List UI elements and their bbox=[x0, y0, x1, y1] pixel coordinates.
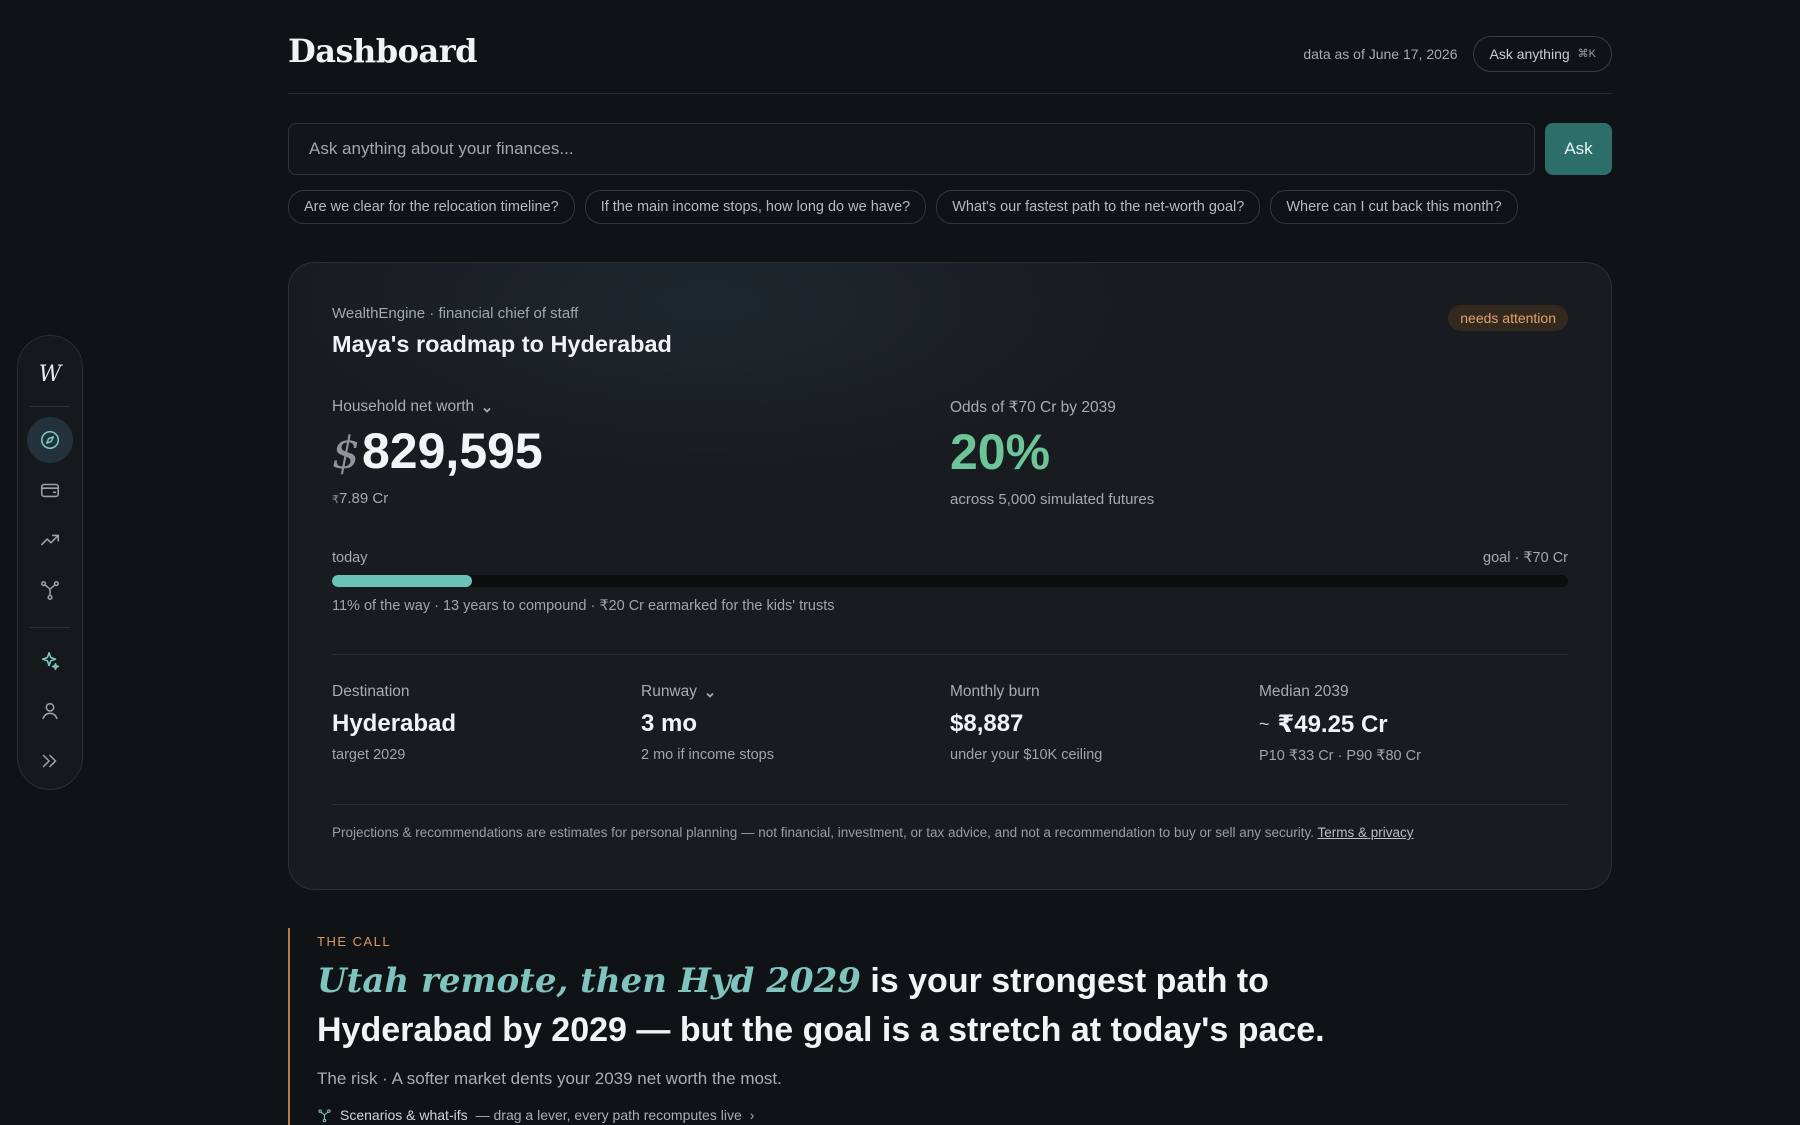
stat-sub: under your $10K ceiling bbox=[950, 747, 1103, 763]
stat-value: 3 mo bbox=[641, 710, 698, 737]
odds-metric: Odds of ₹70 Cr by 2039 20% across 5,000 … bbox=[950, 398, 1568, 508]
wallet-icon bbox=[40, 483, 60, 498]
chevron-down-icon bbox=[705, 687, 715, 698]
nav-growth-button[interactable] bbox=[27, 517, 73, 563]
header-actions: data as of June 17, 2026 Ask anything ⌘K bbox=[1303, 35, 1612, 72]
progress-track bbox=[332, 575, 1568, 587]
progress-start-label: today bbox=[332, 550, 368, 566]
chevron-right-icon: › bbox=[749, 1107, 755, 1123]
rupee-symbol: ₹ bbox=[332, 494, 339, 506]
stat-value: $8,887 bbox=[950, 710, 1024, 737]
progress-labels: today goal · ₹70 Cr bbox=[332, 550, 1568, 566]
goal-progress: today goal · ₹70 Cr 11% of the way · 13 … bbox=[332, 550, 1568, 614]
disclaimer: Projections & recommendations are estima… bbox=[332, 825, 1568, 840]
odds-sub: across 5,000 simulated futures bbox=[950, 491, 1155, 508]
chevron-down-icon bbox=[482, 402, 492, 413]
currency-symbol: $ bbox=[332, 428, 360, 479]
branch-icon bbox=[40, 580, 60, 600]
card-title: Maya's roadmap to Hyderabad bbox=[332, 331, 672, 357]
net-worth-inr: ₹7.89 Cr bbox=[332, 490, 950, 507]
rail-divider bbox=[30, 627, 70, 628]
net-worth-label: Household net worth bbox=[332, 398, 475, 415]
stat-runway: Runway 3 mo 2 mo if income stops bbox=[641, 683, 950, 764]
nav-expand-button[interactable] bbox=[27, 738, 73, 784]
scenarios-label: Scenarios & what-ifs bbox=[340, 1107, 468, 1123]
suggestion-chip[interactable]: What's our fastest path to the net-worth… bbox=[936, 190, 1261, 224]
ask-anything-label: Ask anything bbox=[1489, 45, 1570, 62]
stat-value: ₹49.25 Cr bbox=[1277, 711, 1388, 738]
odds-value: 20% bbox=[950, 424, 1051, 480]
net-worth-selector[interactable]: Household net worth bbox=[332, 398, 950, 416]
call-kicker: THE CALL bbox=[317, 934, 392, 949]
stat-value-row: ~ ₹49.25 Cr bbox=[1259, 710, 1568, 739]
net-worth-inr-amount: 7.89 Cr bbox=[339, 490, 389, 507]
stat-median-2039: Median 2039 ~ ₹49.25 Cr P10 ₹33 Cr · P90… bbox=[1259, 683, 1568, 764]
user-icon bbox=[42, 702, 58, 720]
search-row: Ask bbox=[288, 123, 1612, 175]
page-title: Dashboard bbox=[288, 31, 477, 70]
suggestion-chip[interactable]: Are we clear for the relocation timeline… bbox=[288, 190, 575, 224]
call-headline-highlight: Utah remote, then Hyd 2029 bbox=[317, 961, 861, 1001]
net-worth-metric: Household net worth $ 829,595 ₹7.89 Cr bbox=[332, 398, 950, 508]
suggestion-chip[interactable]: If the main income stops, how long do we… bbox=[584, 190, 927, 224]
stat-monthly-burn: Monthly burn $8,887 under your $10K ceil… bbox=[950, 683, 1259, 764]
stats-row: Destination Hyderabad target 2029 Runway… bbox=[332, 655, 1568, 764]
headline-metrics: Household net worth $ 829,595 ₹7.89 Cr O… bbox=[332, 398, 1568, 508]
suggestion-chip[interactable]: Where can I cut back this month? bbox=[1270, 190, 1518, 224]
ask-anything-button[interactable]: Ask anything ⌘K bbox=[1473, 35, 1612, 72]
stat-destination: Destination Hyderabad target 2029 bbox=[332, 683, 641, 764]
stat-label: Runway bbox=[641, 683, 697, 700]
nav-accounts-button[interactable] bbox=[27, 467, 73, 513]
net-worth-amount: 829,595 bbox=[362, 423, 543, 479]
terms-link[interactable]: Terms & privacy bbox=[1318, 825, 1414, 840]
nav-scenarios-button[interactable] bbox=[27, 567, 73, 613]
search-input[interactable] bbox=[288, 123, 1535, 175]
approx-symbol: ~ bbox=[1259, 714, 1270, 734]
main-content: Dashboard data as of June 17, 2026 Ask a… bbox=[288, 0, 1612, 1125]
shortcut-hint: ⌘K bbox=[1577, 48, 1596, 60]
nav-dashboard-button[interactable] bbox=[27, 417, 73, 463]
progress-goal-label: goal · ₹70 Cr bbox=[1483, 550, 1568, 566]
call-risk: The risk · A softer market dents your 20… bbox=[317, 1069, 782, 1088]
stat-sub: P10 ₹33 Cr · P90 ₹80 Cr bbox=[1259, 748, 1421, 764]
roadmap-card: WealthEngine · financial chief of staff … bbox=[288, 262, 1612, 890]
the-call-section: THE CALL Utah remote, then Hyd 2029 is y… bbox=[288, 928, 1612, 1125]
stat-label: Destination bbox=[332, 683, 410, 700]
progress-note: 11% of the way · 13 years to compound · … bbox=[332, 598, 835, 614]
ask-button[interactable]: Ask bbox=[1545, 123, 1612, 175]
suggestion-chips: Are we clear for the relocation timeline… bbox=[288, 190, 1612, 224]
app-logo[interactable]: W bbox=[30, 354, 70, 394]
stat-label: Median 2039 bbox=[1259, 683, 1349, 700]
compass-icon bbox=[40, 430, 60, 450]
nav-ai-button[interactable] bbox=[27, 638, 73, 684]
card-header: WealthEngine · financial chief of staff … bbox=[332, 305, 1568, 358]
call-headline: Utah remote, then Hyd 2029 is your stron… bbox=[317, 957, 1377, 1055]
stat-sub: 2 mo if income stops bbox=[641, 747, 774, 763]
sparkle-icon bbox=[41, 651, 60, 671]
card-eyebrow: WealthEngine · financial chief of staff bbox=[332, 305, 579, 322]
progress-fill bbox=[332, 575, 472, 587]
data-as-of: data as of June 17, 2026 bbox=[1303, 45, 1458, 62]
scenarios-desc: — drag a lever, every path recomputes li… bbox=[475, 1107, 742, 1123]
sidebar-rail: W bbox=[17, 335, 83, 790]
card-divider bbox=[332, 804, 1568, 805]
page-header: Dashboard data as of June 17, 2026 Ask a… bbox=[288, 0, 1612, 94]
scenarios-link[interactable]: Scenarios & what-ifs — drag a lever, eve… bbox=[317, 1107, 1612, 1123]
trend-up-icon bbox=[40, 534, 60, 546]
net-worth-value: $ 829,595 bbox=[332, 422, 950, 480]
stat-label: Monthly burn bbox=[950, 683, 1040, 700]
chevrons-right-icon bbox=[42, 754, 57, 768]
rail-divider bbox=[30, 406, 70, 407]
nav-profile-button[interactable] bbox=[27, 688, 73, 734]
stat-value: Hyderabad bbox=[332, 710, 457, 737]
disclaimer-text: Projections & recommendations are estima… bbox=[332, 825, 1314, 840]
stat-sub: target 2029 bbox=[332, 747, 406, 763]
branch-icon bbox=[318, 1108, 331, 1122]
runway-selector[interactable]: Runway bbox=[641, 683, 950, 701]
odds-label: Odds of ₹70 Cr by 2039 bbox=[950, 399, 1116, 416]
status-badge: needs attention bbox=[1448, 305, 1568, 331]
